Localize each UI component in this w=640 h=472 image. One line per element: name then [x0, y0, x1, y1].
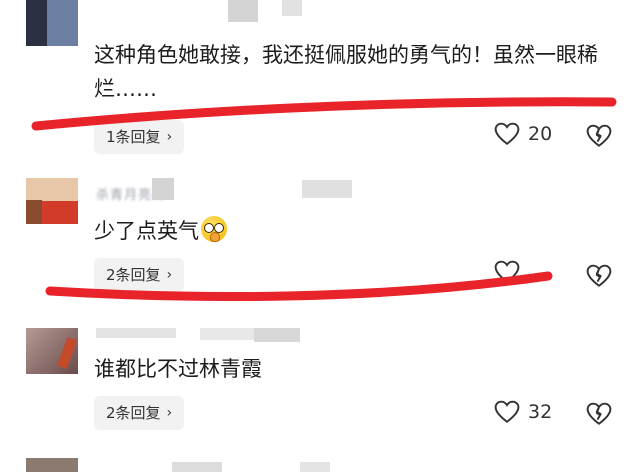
- blurred-username: [96, 328, 176, 338]
- comment-text: 谁都比不过林青霞: [94, 357, 262, 381]
- view-replies-button[interactable]: 1条回复 ›: [94, 120, 185, 154]
- like-button[interactable]: 20: [494, 122, 552, 146]
- reply-count-label: 2条回复: [106, 404, 161, 422]
- shushing-face-emoji: [201, 216, 227, 242]
- avatar[interactable]: [26, 0, 78, 46]
- comment-text-content: 少了点英气: [94, 219, 199, 243]
- broken-heart-icon[interactable]: [586, 264, 612, 288]
- avatar[interactable]: [26, 178, 78, 224]
- blurred-username: [172, 462, 222, 472]
- comment-text: 少了点英气: [94, 214, 614, 248]
- heart-outline-icon: [494, 260, 520, 283]
- like-button[interactable]: 32: [494, 400, 552, 424]
- chevron-right-icon: ›: [166, 267, 173, 283]
- chevron-right-icon: ›: [166, 129, 173, 145]
- blurred-username: [254, 328, 300, 342]
- blurred-username: [302, 180, 352, 198]
- blurred-username: [152, 178, 174, 200]
- heart-outline-icon: [494, 400, 520, 423]
- blurred-username: [228, 0, 258, 22]
- view-replies-button[interactable]: 2条回复 ›: [94, 396, 185, 430]
- comment-text: 这种角色她敢接，我还挺佩服她的勇气的！虽然一眼稀烂……: [94, 43, 598, 101]
- like-button[interactable]: [494, 260, 528, 284]
- chevron-right-icon: ›: [166, 405, 173, 421]
- view-replies-button[interactable]: 2条回复 ›: [94, 258, 185, 292]
- like-count: 32: [528, 401, 553, 423]
- blurred-username: [200, 328, 260, 340]
- broken-heart-icon[interactable]: [586, 124, 612, 148]
- avatar[interactable]: [26, 328, 78, 374]
- blurred-username: [300, 462, 330, 472]
- avatar[interactable]: [26, 458, 78, 472]
- like-count: 20: [528, 123, 553, 145]
- blurred-username: [282, 0, 302, 16]
- broken-heart-icon[interactable]: [586, 402, 612, 426]
- reply-count-label: 2条回复: [106, 266, 161, 284]
- reply-count-label: 1条回复: [106, 128, 161, 146]
- heart-outline-icon: [494, 122, 520, 145]
